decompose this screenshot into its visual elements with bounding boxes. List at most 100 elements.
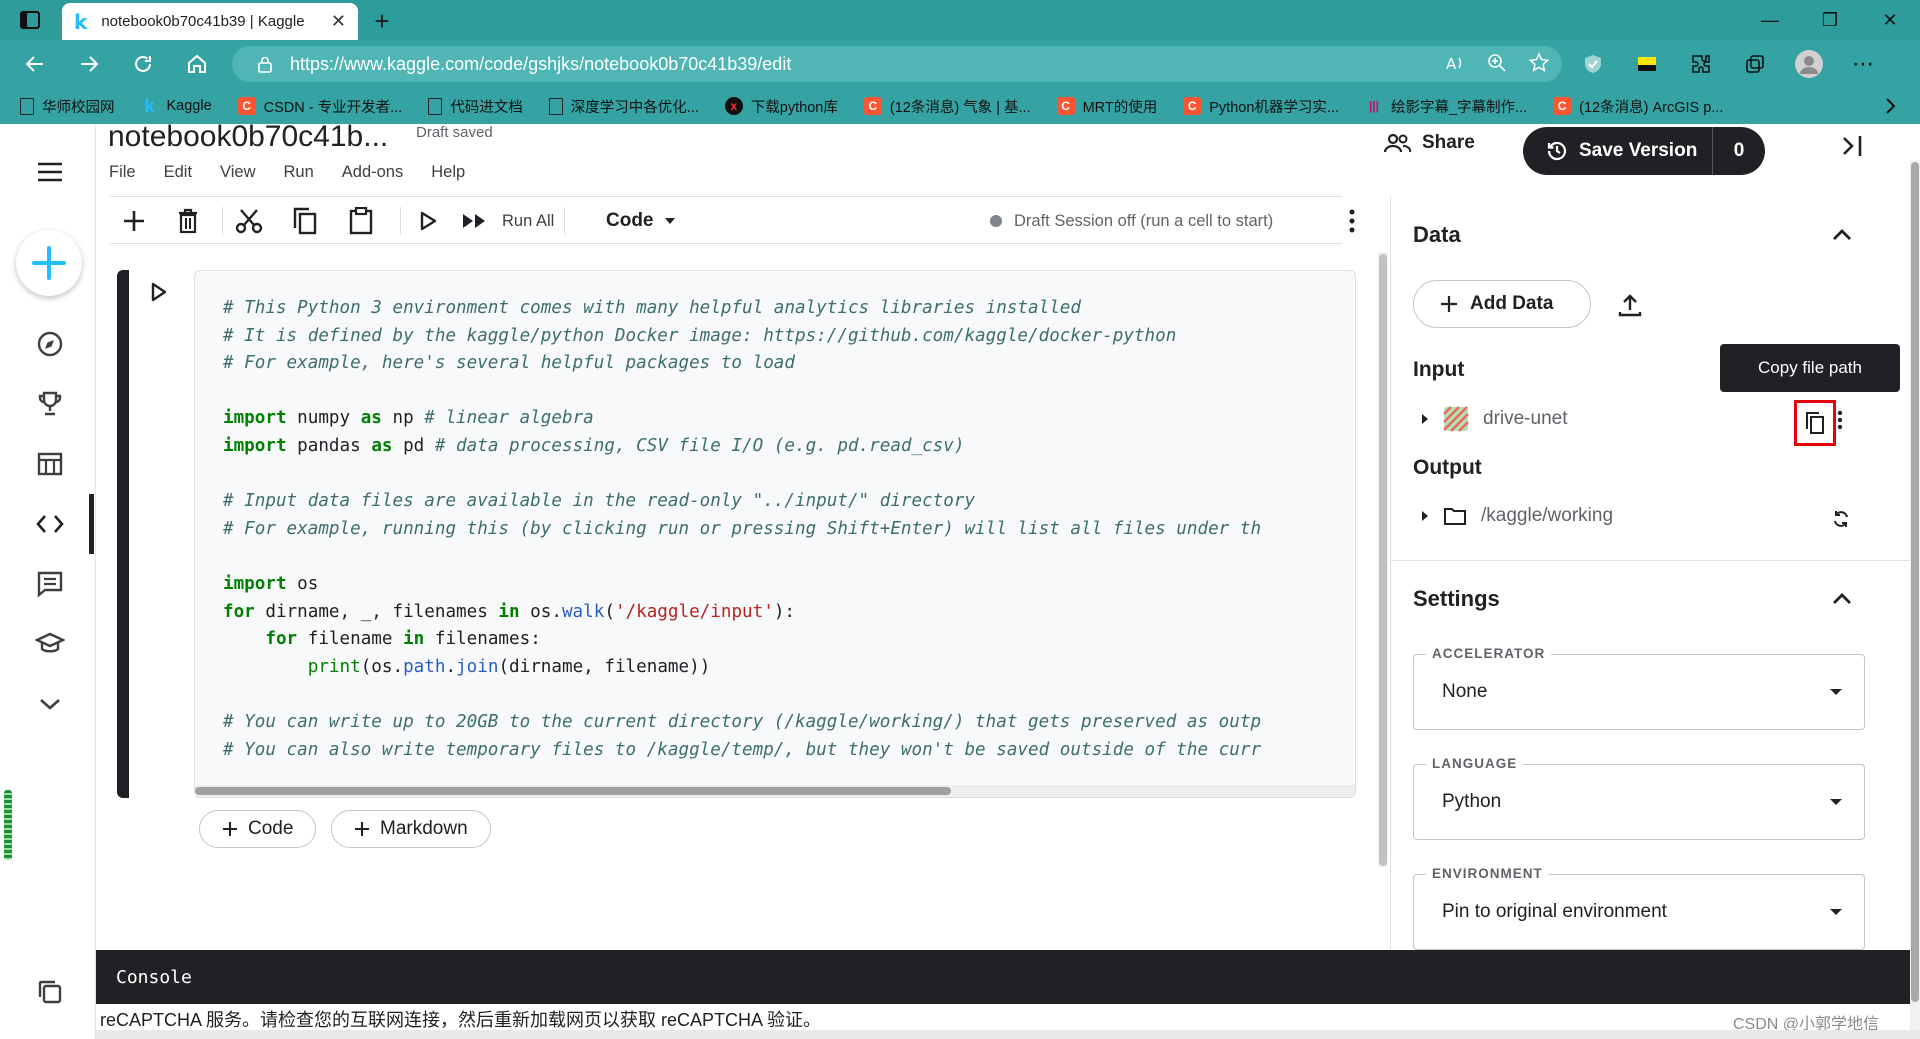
close-tab-icon[interactable]: ✕ [331, 11, 346, 32]
language-select[interactable]: LANGUAGE Python [1413, 756, 1865, 840]
profile-avatar-icon[interactable] [1791, 46, 1827, 82]
upload-icon[interactable] [1617, 292, 1643, 318]
restore-button[interactable]: ❐ [1800, 0, 1860, 40]
bookmark-item[interactable]: C (12条消息) 气象 | 基... [863, 96, 1031, 117]
bookmark-item[interactable]: 华师校园网 [20, 96, 115, 117]
read-aloud-icon[interactable]: A [1444, 52, 1466, 74]
toolbar-more-options-icon[interactable] [1342, 207, 1362, 235]
address-bar[interactable]: https://www.kaggle.com/code/gshjks/noteb… [232, 46, 1562, 82]
more-chevron-down-icon[interactable] [28, 682, 72, 726]
compass-icon[interactable] [28, 322, 72, 366]
code-editor[interactable]: # This Python 3 environment comes with m… [194, 270, 1356, 798]
trash-icon [179, 208, 197, 234]
paste-cell-button[interactable] [346, 207, 376, 235]
code-icon[interactable] [28, 502, 72, 546]
version-count[interactable]: 0 [1713, 140, 1765, 162]
collections-icon[interactable] [1737, 46, 1773, 82]
bookmark-item[interactable]: ||| 绘影字幕_字幕制作... [1365, 96, 1527, 117]
code-line: for dirname, _, filenames in os.walk('/k… [223, 601, 796, 622]
url-text[interactable]: https://www.kaggle.com/code/gshjks/noteb… [290, 54, 791, 75]
session-status[interactable]: Draft Session off (run a cell to start) [990, 207, 1273, 235]
run-all-button[interactable]: Run All [502, 207, 554, 235]
collapse-panel-icon[interactable] [1838, 132, 1866, 160]
menu-help[interactable]: Help [431, 163, 465, 182]
favorite-star-icon[interactable] [1528, 52, 1550, 74]
input-dataset-row[interactable]: drive-unet [1421, 406, 1568, 432]
share-button[interactable]: Share [1384, 132, 1475, 154]
copy-cell-button[interactable] [290, 207, 320, 235]
save-version-button[interactable]: Save Version 0 [1523, 127, 1765, 175]
refresh-button[interactable] [116, 40, 170, 88]
bookmark-item[interactable]: C (12条消息) ArcGIS p... [1553, 96, 1723, 117]
bookmark-item[interactable]: C Python机器学习实... [1183, 96, 1339, 117]
minimize-button[interactable]: — [1740, 0, 1800, 40]
new-tab-button[interactable]: + [368, 8, 396, 36]
add-data-button[interactable]: Add Data [1413, 280, 1591, 328]
run-cell-button[interactable] [414, 207, 442, 235]
bookmark-item[interactable]: C MRT的使用 [1056, 96, 1157, 117]
refresh-output-icon[interactable] [1831, 509, 1851, 529]
notebook-scrollbar-thumb[interactable] [1379, 254, 1387, 866]
shield-extension-icon[interactable] [1575, 46, 1611, 82]
add-code-cell-button[interactable]: Code [199, 810, 317, 848]
horizontal-scrollbar-thumb[interactable] [195, 787, 951, 795]
create-button[interactable] [16, 230, 82, 296]
learn-graduation-cap-icon[interactable] [28, 622, 72, 666]
bookmarks-more-chevron-icon[interactable] [1882, 96, 1898, 116]
output-folder-row[interactable]: /kaggle/working [1421, 505, 1613, 527]
table-icon[interactable] [28, 442, 72, 486]
bookmark-item[interactable]: 深度学习中各优化... [548, 96, 699, 117]
menu-add-ons[interactable]: Add-ons [342, 163, 403, 182]
bookmark-item[interactable]: 代码进文档 [428, 96, 523, 117]
copy-layers-icon[interactable] [28, 970, 72, 1014]
extensions-puzzle-icon[interactable] [1683, 46, 1719, 82]
code-line: import os [223, 573, 319, 594]
back-button[interactable] [8, 40, 62, 88]
bookmark-item[interactable]: k Kaggle [141, 96, 211, 116]
code-content[interactable]: # This Python 3 environment comes with m… [223, 295, 1261, 764]
people-icon [1384, 133, 1412, 153]
hamburger-menu-icon[interactable] [28, 150, 72, 194]
folder-icon [1444, 508, 1466, 525]
cell-selection-bar [117, 270, 129, 798]
more-options-icon[interactable]: ⋯ [1845, 46, 1881, 82]
menu-run[interactable]: Run [284, 163, 314, 182]
lock-icon[interactable] [256, 55, 274, 73]
collapse-settings-chevron-up-icon[interactable] [1831, 592, 1853, 606]
zoom-icon[interactable] [1486, 52, 1508, 74]
copy-file-path-button[interactable] [1794, 400, 1836, 446]
menu-view[interactable]: View [220, 163, 255, 182]
bookmark-item[interactable]: x 下载python库 [724, 96, 838, 117]
accelerator-select[interactable]: ACCELERATOR None [1413, 646, 1865, 730]
cell-type-select[interactable]: Code [606, 207, 676, 235]
fast-forward-icon[interactable] [458, 207, 492, 235]
trophy-icon[interactable] [28, 382, 72, 426]
bottom-strip [96, 1030, 1920, 1039]
forward-button[interactable] [62, 40, 116, 88]
browser-tab[interactable]: k notebook0b70c41b39 | Kaggle ✕ [62, 3, 358, 40]
resize-handle[interactable] [4, 790, 12, 860]
color-extension-icon[interactable] [1629, 46, 1665, 82]
add-markdown-cell-button[interactable]: Markdown [331, 810, 491, 848]
cut-cell-button[interactable] [234, 207, 264, 235]
menu-file[interactable]: File [109, 163, 136, 182]
waveform-icon: ||| [1368, 99, 1380, 113]
tab-actions-icon[interactable] [18, 8, 42, 32]
bookmark-item[interactable]: C CSDN - 专业开发者... [237, 96, 402, 117]
play-icon [151, 282, 167, 302]
cell-run-button[interactable] [150, 282, 168, 302]
discussion-icon[interactable] [28, 562, 72, 606]
collapse-data-chevron-up-icon[interactable] [1831, 228, 1853, 242]
console-bar[interactable]: Console [96, 950, 1910, 1004]
insert-cell-button[interactable] [120, 207, 148, 235]
forward-arrow-icon [81, 56, 99, 72]
environment-select[interactable]: ENVIRONMENT Pin to original environment [1413, 866, 1865, 950]
menu-edit[interactable]: Edit [164, 163, 192, 182]
notebook-title[interactable]: notebook0b70c41b... [108, 120, 388, 154]
home-button[interactable] [170, 40, 224, 88]
delete-cell-button[interactable] [174, 207, 202, 235]
input-more-options-icon[interactable] [1837, 410, 1843, 430]
close-window-button[interactable]: ✕ [1860, 0, 1920, 40]
panel-scrollbar-thumb[interactable] [1911, 162, 1919, 1002]
console-title: Console [116, 966, 192, 988]
